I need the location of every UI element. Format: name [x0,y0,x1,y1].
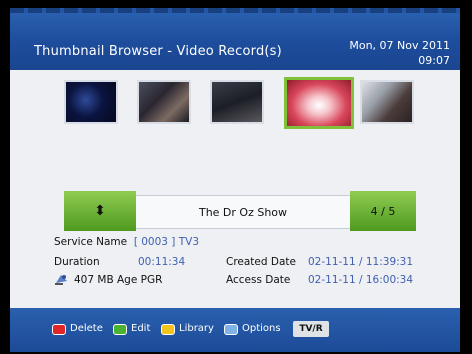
thumbnail-5[interactable] [360,80,414,124]
program-title: The Dr Oz Show [136,195,350,229]
access-date-value: 02-11-11 / 16:00:34 [308,274,414,286]
tv-screen: Thumbnail Browser - Video Record(s) Mon,… [10,8,460,352]
page-title: Thumbnail Browser - Video Record(s) [34,44,282,59]
created-date-value: 02-11-11 / 11:39:31 [308,256,414,268]
access-date-label: Access Date [226,274,291,286]
header-decoration [10,8,460,13]
date-text: Mon, 07 Nov 2011 [349,39,450,52]
program-selector-bar: ⬍ The Dr Oz Show 4 / 5 [64,191,416,231]
age-label: Age [117,274,138,286]
red-key-icon [52,324,66,335]
service-name-value: [ 0003 ] TV3 [133,236,200,248]
options-key-label[interactable]: Options [242,323,281,334]
library-key-label[interactable]: Library [179,323,214,334]
thumbnail-4-selected[interactable] [284,77,354,129]
yellow-key-icon [161,324,175,335]
service-name-row: Service Name [ 0003 ] TV3 [54,236,199,248]
green-key-icon [113,324,127,335]
updown-arrow-icon: ⬍ [94,203,106,219]
thumbnail-3[interactable] [210,80,264,124]
thumbnail-2[interactable] [137,80,191,124]
footer-keys: Delete Edit Library Options TV/R [10,308,460,352]
size-age-row: 407 MB Age PGR [74,274,162,286]
datetime: Mon, 07 Nov 2011 09:07 [349,38,450,68]
updown-button[interactable]: ⬍ [64,191,136,231]
tvr-button[interactable]: TV/R [293,321,329,337]
duration-value: 00:11:34 [138,256,186,268]
created-date-label: Created Date [226,256,296,268]
satellite-dish-icon [55,275,67,285]
blue-key-icon [224,324,238,335]
program-position: 4 / 5 [350,191,416,231]
age-value: PGR [140,274,163,286]
thumbnail-1[interactable] [64,80,118,124]
header-bar: Thumbnail Browser - Video Record(s) Mon,… [10,8,460,70]
time-text: 09:07 [418,54,450,67]
duration-label: Duration [54,256,100,268]
recording-size: 407 MB [74,274,114,286]
delete-key-label[interactable]: Delete [70,323,103,334]
service-name-label: Service Name [54,236,128,248]
edit-key-label[interactable]: Edit [131,323,150,334]
